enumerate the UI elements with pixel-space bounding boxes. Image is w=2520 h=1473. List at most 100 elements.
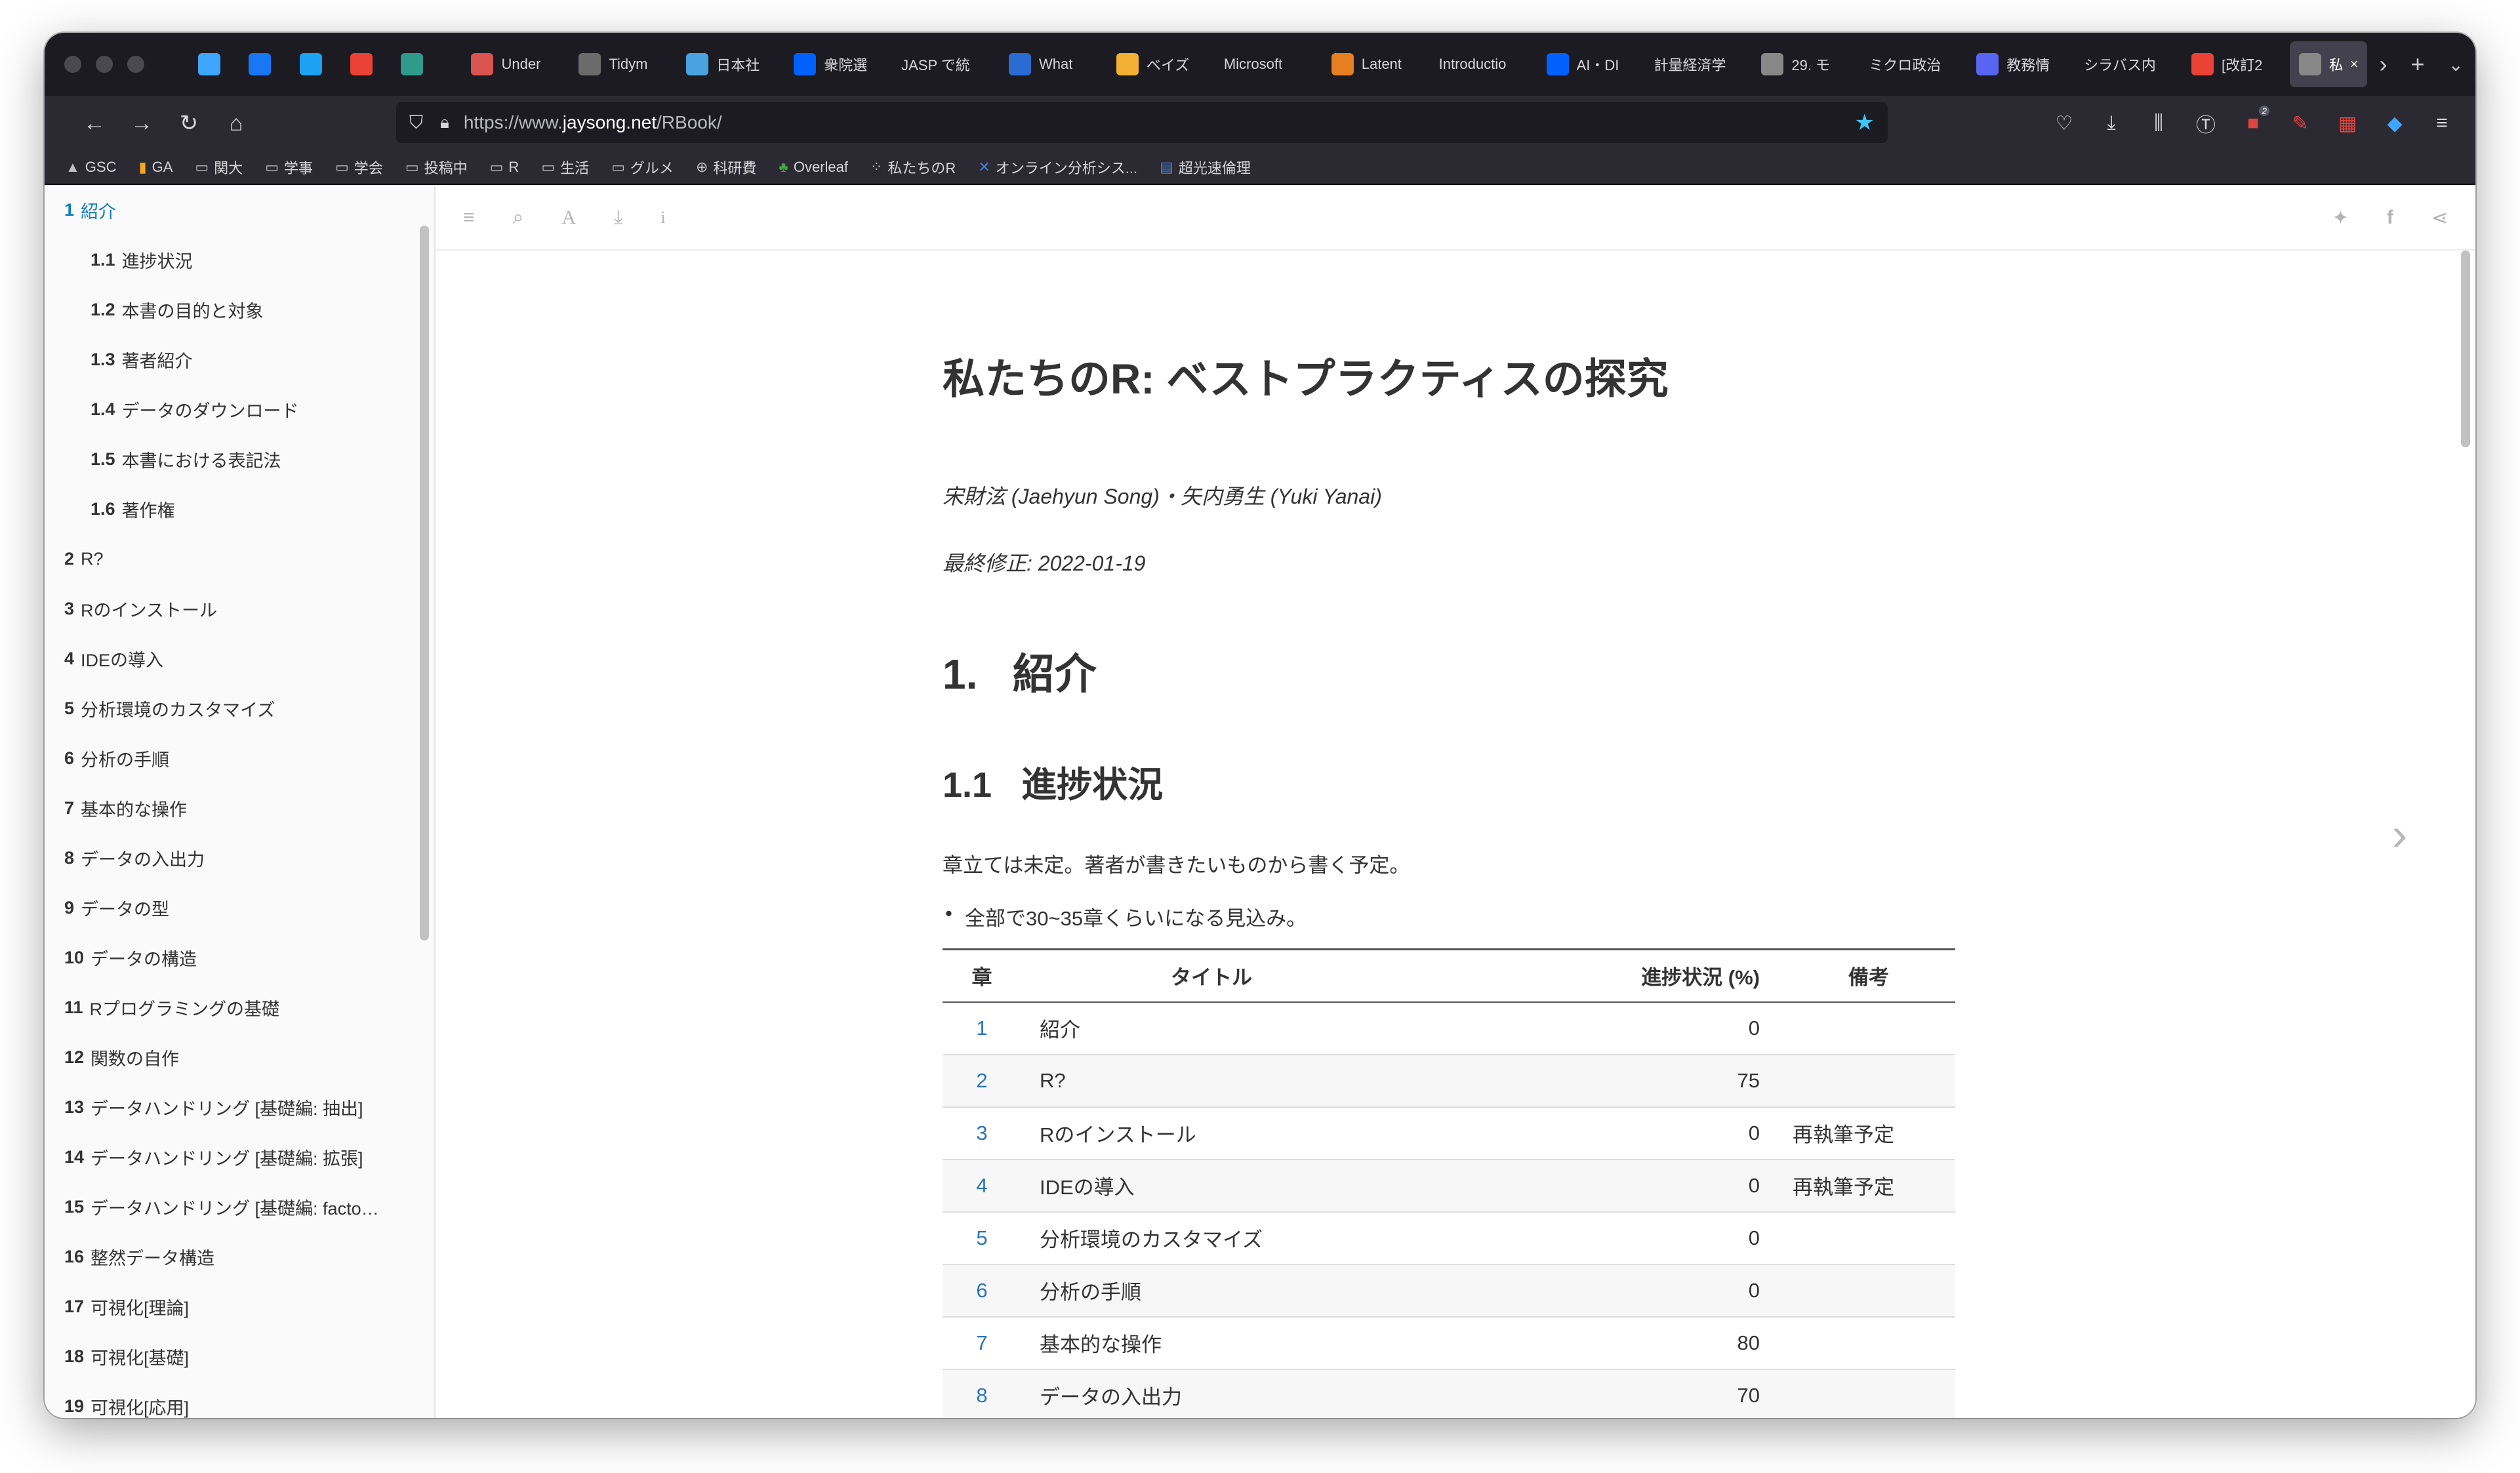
browser-tab[interactable]: Under <box>462 41 565 87</box>
minimize-window-button[interactable] <box>96 56 113 73</box>
toc-item[interactable]: 8 データの入出力 <box>45 833 434 883</box>
pocket-icon[interactable]: ♡ <box>2050 112 2078 135</box>
close-tab-icon[interactable]: × <box>2350 56 2359 73</box>
home-button[interactable]: ⌂ <box>213 111 260 136</box>
bookmark-item[interactable]: ▭ 学会 <box>329 157 390 178</box>
browser-tab[interactable] <box>189 41 235 87</box>
sidebar-scrollbar[interactable] <box>420 226 429 940</box>
toc-item[interactable]: 1.5 本書における表記法 <box>45 434 434 484</box>
search-icon[interactable]: ⌕ <box>513 207 524 229</box>
close-window-button[interactable] <box>64 56 81 73</box>
browser-tab[interactable]: [改訂2 <box>2182 41 2286 87</box>
browser-tab[interactable]: 日本社 <box>677 41 781 87</box>
bookmark-item[interactable]: ⊕ 科研費 <box>689 157 763 178</box>
browser-tab[interactable]: ミクロ政治 <box>1860 41 1963 87</box>
bookmark-item[interactable]: ▭ 生活 <box>535 157 596 178</box>
app-menu-icon[interactable]: ≡ <box>2428 112 2456 134</box>
bookmark-item[interactable]: ⁘ 私たちのR <box>864 157 962 178</box>
chapter-link[interactable]: 6 <box>943 1264 1021 1318</box>
toc-item[interactable]: 1.4 データのダウンロード <box>45 384 434 434</box>
toc-item[interactable]: 13 データハンドリング [基礎編: 抽出] <box>45 1082 434 1132</box>
browser-tab[interactable] <box>341 41 388 87</box>
browser-tab[interactable]: Microsoft <box>1215 41 1318 87</box>
chapter-link[interactable]: 3 <box>943 1106 1021 1160</box>
info-icon[interactable]: i <box>660 208 665 228</box>
share-icon[interactable]: ⋖ <box>2431 207 2448 230</box>
browser-tab[interactable]: シラバス内 <box>2075 41 2178 87</box>
toc-item[interactable]: 17 可視化[理論] <box>45 1281 434 1331</box>
browser-tab[interactable]: JASP で統 <box>892 41 996 87</box>
reload-button[interactable]: ↻ <box>165 110 213 136</box>
browser-tab[interactable]: 計量経済学 <box>1644 41 1748 87</box>
extension-pen-icon[interactable]: ✎ <box>2286 112 2314 135</box>
browser-tab[interactable] <box>291 41 337 87</box>
toc-item[interactable]: 5 分析環境のカスタマイズ <box>45 683 434 733</box>
zoom-window-button[interactable] <box>127 56 144 73</box>
toc-item[interactable]: 1.2 本書の目的と対象 <box>45 285 434 334</box>
tracking-shield-icon[interactable]: ⛉ <box>409 112 423 134</box>
browser-tab[interactable]: 私た × <box>2289 41 2368 87</box>
bookmark-item[interactable]: ▭ 学事 <box>258 157 319 178</box>
lock-icon[interactable]: 🔒︎ <box>440 112 449 133</box>
toc-item[interactable]: 15 データハンドリング [基礎編: facto… <box>45 1182 434 1232</box>
browser-tab[interactable] <box>239 41 286 87</box>
bookmark-item[interactable]: ▲ GSC <box>59 159 123 176</box>
url-text[interactable]: https://www.jaysong.net/RBook/ <box>464 112 722 133</box>
font-settings-icon[interactable]: A <box>561 207 576 229</box>
browser-tab[interactable]: What <box>1000 41 1103 87</box>
browser-tab[interactable] <box>392 41 438 87</box>
toc-item[interactable]: 11 Rプログラミングの基礎 <box>45 982 434 1032</box>
browser-tab[interactable]: 29. モ <box>1752 41 1856 87</box>
browser-tab[interactable]: Latent <box>1322 41 1426 87</box>
toc-item[interactable]: 14 データハンドリング [基礎編: 拡張] <box>45 1132 434 1182</box>
toc-item[interactable]: 1.6 著作権 <box>45 484 434 534</box>
toc-item[interactable]: 16 整然データ構造 <box>45 1232 434 1281</box>
bookmark-star-icon[interactable]: ★ <box>1855 110 1875 136</box>
toc-item[interactable]: 6 分析の手順 <box>45 733 434 783</box>
next-page-chevron-icon[interactable]: › <box>2392 808 2407 860</box>
forward-button[interactable]: → <box>118 111 165 136</box>
toc-item[interactable]: 2 R? <box>45 534 434 584</box>
toc-item[interactable]: 9 データの型 <box>45 883 434 933</box>
chapter-link[interactable]: 2 <box>943 1054 1021 1108</box>
twitter-share-icon[interactable]: ✦ <box>2332 207 2349 230</box>
toc-item[interactable]: 7 基本的な操作 <box>45 783 434 833</box>
toc-item[interactable]: 1.1 進捗状況 <box>45 235 434 285</box>
toc-item[interactable]: 4 IDEの導入 <box>45 634 434 683</box>
bookmark-item[interactable]: ▤ 超光速倫理 <box>1153 157 1257 178</box>
extension-grid-icon[interactable]: ▦ <box>2334 112 2361 135</box>
browser-tab[interactable]: ベイズ <box>1107 41 1211 87</box>
toc-item[interactable]: 10 データの構造 <box>45 933 434 982</box>
extension-diamond-icon[interactable]: ◆ <box>2381 112 2408 135</box>
bookmark-item[interactable]: ▭ 投稿中 <box>399 157 474 178</box>
toc-item[interactable]: 3 Rのインストール <box>45 584 434 634</box>
chapter-link[interactable]: 4 <box>943 1159 1021 1213</box>
toc-item[interactable]: 19 可視化[応用] <box>45 1381 434 1418</box>
browser-tab[interactable]: 教務情 <box>1967 41 2071 87</box>
tab-list-menu-icon[interactable]: ⌄ <box>2437 54 2475 75</box>
browser-tab[interactable]: 衆院選 <box>784 41 888 87</box>
chapter-link[interactable]: 8 <box>943 1369 1021 1418</box>
facebook-share-icon[interactable]: f <box>2387 207 2393 229</box>
toc-item[interactable]: 18 可視化[基礎] <box>45 1331 434 1381</box>
download-icon[interactable]: ⤓ <box>614 207 622 229</box>
browser-tab[interactable]: Tidym <box>569 41 673 87</box>
toc-item[interactable]: 12 関数の自作 <box>45 1032 434 1082</box>
chapter-link[interactable]: 7 <box>943 1316 1021 1370</box>
main-scrollbar[interactable] <box>2461 251 2470 447</box>
toc-item[interactable]: 1 紹介 <box>45 185 434 235</box>
chapter-link[interactable]: 1 <box>943 1001 1021 1055</box>
bookmark-item[interactable]: ▮ GA <box>132 159 179 176</box>
bookmark-item[interactable]: ✕ オンライン分析シス... <box>971 157 1144 178</box>
new-tab-button[interactable]: + <box>2399 50 2437 78</box>
browser-tab[interactable]: AI・DI <box>1537 41 1641 87</box>
account-icon[interactable]: Ⓣ <box>2192 109 2220 138</box>
toc-item[interactable]: 1.3 著者紹介 <box>45 334 434 384</box>
extension-red-icon[interactable]: ■ 2 <box>2239 106 2269 134</box>
downloads-icon[interactable]: ⤓ <box>2098 112 2125 134</box>
library-icon[interactable]: ⫼ <box>2145 112 2172 134</box>
bookmark-item[interactable]: ▭ R <box>483 159 526 176</box>
back-button[interactable]: ← <box>71 111 118 136</box>
bookmark-item[interactable]: ♣ Overleaf <box>772 159 855 176</box>
bookmark-item[interactable]: ▭ グルメ <box>605 157 680 178</box>
